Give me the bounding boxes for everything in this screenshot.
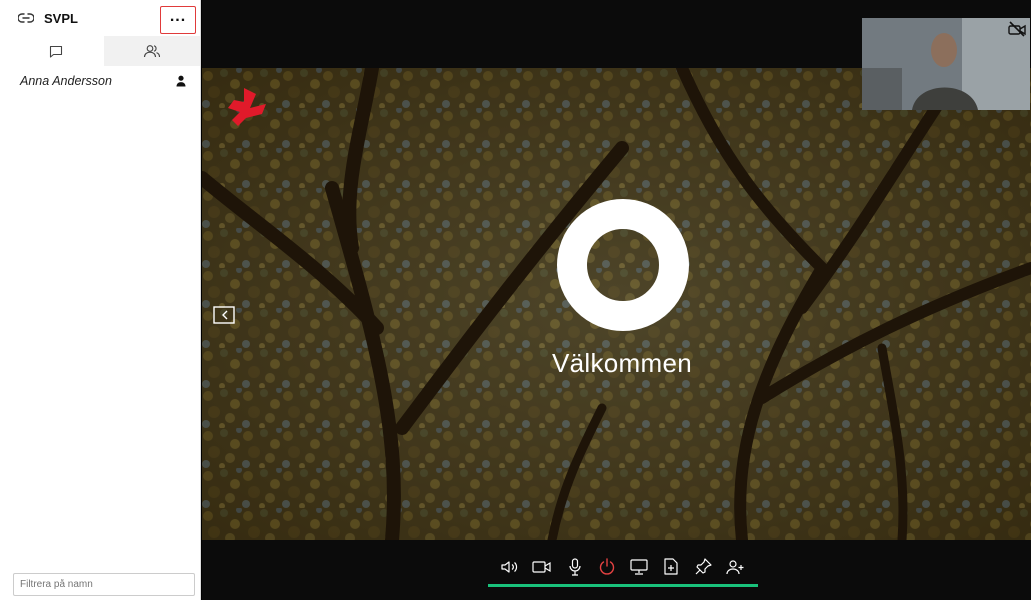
- file-add-icon: [664, 558, 678, 575]
- monitor-icon: [630, 558, 648, 575]
- tab-participants[interactable]: [104, 36, 200, 66]
- speaker-button[interactable]: [497, 554, 523, 580]
- share-file-button[interactable]: [658, 554, 684, 580]
- camera-icon: [532, 560, 551, 573]
- microphone-button[interactable]: [562, 554, 588, 580]
- share-screen-button[interactable]: [626, 554, 652, 580]
- welcome-ring: [557, 199, 689, 331]
- conference-title: SVPL: [44, 10, 78, 26]
- pin-icon: [695, 558, 712, 575]
- camera-off-icon[interactable]: [1008, 21, 1026, 37]
- filter-input[interactable]: [13, 573, 195, 596]
- self-view-video: [862, 18, 1030, 110]
- pin-button[interactable]: [691, 554, 717, 580]
- video-stage: Välkommen: [202, 0, 1031, 600]
- self-view[interactable]: [862, 18, 1030, 110]
- toolbar-active-indicator: [488, 584, 758, 587]
- tab-chat[interactable]: [8, 36, 104, 66]
- more-icon: ...: [169, 8, 187, 25]
- camera-button[interactable]: [529, 554, 555, 580]
- participants-icon: [143, 45, 161, 58]
- add-person-icon: [726, 559, 744, 574]
- participant-list: Anna Andersson: [0, 66, 200, 90]
- more-options-button[interactable]: ...: [160, 6, 196, 34]
- person-icon: [176, 75, 186, 87]
- participant-item[interactable]: Anna Andersson: [0, 66, 200, 90]
- microphone-icon: [569, 557, 581, 576]
- call-toolbar: [488, 549, 758, 584]
- add-participant-button[interactable]: [723, 554, 749, 580]
- sidebar-header: SVPL ...: [0, 0, 200, 36]
- hang-up-button[interactable]: [594, 554, 620, 580]
- power-icon: [599, 558, 615, 575]
- chat-icon: [49, 45, 63, 58]
- panel-toggle-icon[interactable]: [213, 306, 235, 324]
- link-icon: [18, 9, 36, 27]
- participant-name: Anna Andersson: [20, 74, 112, 88]
- sidebar: SVPL ... Anna Andersson: [0, 0, 201, 600]
- filter-field: [13, 573, 195, 596]
- speaker-icon: [501, 560, 518, 573]
- sidebar-tabs: [8, 36, 200, 66]
- brand-logo-icon: [228, 88, 266, 126]
- welcome-text: Välkommen: [552, 348, 692, 378]
